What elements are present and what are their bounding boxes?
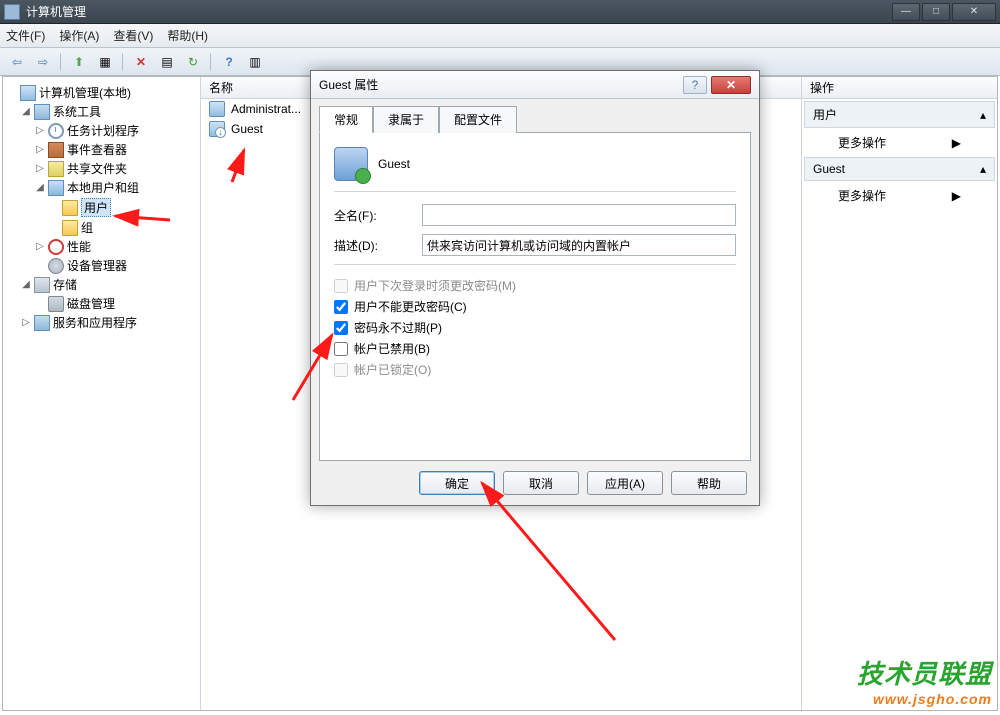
chk-must-change-label: 用户下次登录时须更改密码(M) <box>354 277 516 294</box>
user-icon <box>209 101 225 117</box>
user-large-icon <box>334 147 368 181</box>
actions-group-users[interactable]: 用户 ▴ <box>804 101 995 128</box>
chk-cannot-change-label: 用户不能更改密码(C) <box>354 298 467 315</box>
tree-event-viewer[interactable]: 事件查看器 <box>67 141 127 158</box>
forward-button[interactable]: ⇨ <box>32 51 54 73</box>
divider <box>334 191 736 192</box>
divider <box>334 264 736 265</box>
chk-cannot-change-password[interactable] <box>334 300 348 314</box>
dialog-title: Guest 属性 <box>319 76 378 93</box>
menu-action[interactable]: 操作(A) <box>59 27 99 44</box>
tree-disk-mgmt[interactable]: 磁盘管理 <box>67 295 115 312</box>
app-icon <box>4 4 20 20</box>
tree-root[interactable]: 计算机管理(本地) <box>39 84 131 101</box>
actions-pane: 操作 用户 ▴ 更多操作 ▶ Guest ▴ 更多操作 ▶ <box>802 77 997 710</box>
disk-icon <box>48 296 64 312</box>
chk-disabled-label: 帐户已禁用(B) <box>354 340 430 357</box>
dialog-tabs: 常规 隶属于 配置文件 <box>311 99 759 132</box>
drive-icon <box>34 277 50 293</box>
toolbar-separator <box>122 53 124 71</box>
actions-more-1[interactable]: 更多操作 ▶ <box>802 130 997 155</box>
tree-sys-tools[interactable]: 系统工具 <box>53 103 101 120</box>
tree-users[interactable]: 用户 <box>81 198 111 217</box>
users-group-icon <box>48 180 64 196</box>
list-item-label: Administrat... <box>231 102 301 116</box>
list-item-label: Guest <box>231 122 263 136</box>
watermark-line1: 技术员联盟 <box>857 654 992 691</box>
chk-locked-label: 帐户已锁定(O) <box>354 361 431 378</box>
collapse-icon: ▴ <box>980 108 986 122</box>
tab-general[interactable]: 常规 <box>319 106 373 133</box>
show-hide-tree-button[interactable]: ▦ <box>94 51 116 73</box>
tree-services-apps[interactable]: 服务和应用程序 <box>53 314 137 331</box>
chevron-right-icon: ▶ <box>952 136 961 150</box>
actions-more-2[interactable]: 更多操作 ▶ <box>802 183 997 208</box>
computer-icon <box>20 85 36 101</box>
menu-view[interactable]: 查看(V) <box>113 27 153 44</box>
delete-button[interactable]: ✕ <box>130 51 152 73</box>
actions-group-guest[interactable]: Guest ▴ <box>804 157 995 181</box>
tree-storage[interactable]: 存储 <box>53 276 77 293</box>
book-icon <box>48 142 64 158</box>
chk-never-expires[interactable] <box>334 321 348 335</box>
back-button[interactable]: ⇦ <box>6 51 28 73</box>
tree-local-users-groups[interactable]: 本地用户和组 <box>67 179 139 196</box>
maximize-button[interactable]: □ <box>922 3 950 21</box>
cancel-button[interactable]: 取消 <box>503 471 579 495</box>
help-button[interactable]: ? <box>218 51 240 73</box>
tab-memberof[interactable]: 隶属于 <box>373 106 439 133</box>
fullname-label: 全名(F): <box>334 207 422 224</box>
tree-performance[interactable]: 性能 <box>67 238 91 255</box>
clock-icon <box>48 123 64 139</box>
watermark-line2: www.jsgho.com <box>857 691 992 707</box>
fullname-field[interactable] <box>422 204 736 226</box>
actions-header: 操作 <box>802 77 997 99</box>
refresh-button[interactable]: ↻ <box>182 51 204 73</box>
gear-icon <box>48 258 64 274</box>
chk-never-expires-label: 密码永不过期(P) <box>354 319 442 336</box>
chk-account-disabled[interactable] <box>334 342 348 356</box>
toolbar-separator <box>60 53 62 71</box>
menu-file[interactable]: 文件(F) <box>6 27 45 44</box>
dialog-close-button[interactable]: ✕ <box>711 76 751 94</box>
gauge-icon <box>48 239 64 255</box>
minimize-button[interactable]: — <box>892 3 920 21</box>
window-title: 计算机管理 <box>26 3 892 20</box>
tree-device-mgr[interactable]: 设备管理器 <box>67 257 127 274</box>
tab-page-general: Guest 全名(F): 描述(D): 用户下次登录时须更改密码(M) 用户不能… <box>319 132 751 461</box>
dialog-title-bar: Guest 属性 ? ✕ <box>311 71 759 99</box>
share-icon <box>48 161 64 177</box>
nav-tree[interactable]: 计算机管理(本地) ◢系统工具 ▷任务计划程序 ▷事件查看器 ▷共享文件夹 ◢本… <box>3 77 201 710</box>
menu-bar: 文件(F) 操作(A) 查看(V) 帮助(H) <box>0 24 1000 48</box>
chevron-right-icon: ▶ <box>952 189 961 203</box>
tools-icon <box>34 104 50 120</box>
description-label: 描述(D): <box>334 237 422 254</box>
tab-profile[interactable]: 配置文件 <box>439 106 517 133</box>
chk-must-change-password <box>334 279 348 293</box>
export-button[interactable]: ▥ <box>244 51 266 73</box>
guest-user-icon <box>209 121 225 137</box>
dialog-help-button[interactable]: ? <box>683 76 707 94</box>
title-bar: 计算机管理 — □ ✕ <box>0 0 1000 24</box>
chk-account-locked <box>334 363 348 377</box>
up-button[interactable]: ⬆ <box>68 51 90 73</box>
tree-task-sched[interactable]: 任务计划程序 <box>67 122 139 139</box>
toolbar-separator <box>210 53 212 71</box>
watermark: 技术员联盟 www.jsgho.com <box>857 654 992 707</box>
close-button[interactable]: ✕ <box>952 3 996 21</box>
folder-icon <box>62 220 78 236</box>
tree-groups[interactable]: 组 <box>81 219 93 236</box>
apply-button[interactable]: 应用(A) <box>587 471 663 495</box>
properties-dialog: Guest 属性 ? ✕ 常规 隶属于 配置文件 Guest 全名(F): 描述… <box>310 70 760 506</box>
folder-icon <box>62 200 78 216</box>
collapse-icon: ▴ <box>980 162 986 176</box>
description-field[interactable] <box>422 234 736 256</box>
tree-shared-folders[interactable]: 共享文件夹 <box>67 160 127 177</box>
ok-button[interactable]: 确定 <box>419 471 495 495</box>
properties-button[interactable]: ▤ <box>156 51 178 73</box>
menu-help[interactable]: 帮助(H) <box>167 27 208 44</box>
username-display: Guest <box>378 157 410 171</box>
services-icon <box>34 315 50 331</box>
help-button[interactable]: 帮助 <box>671 471 747 495</box>
